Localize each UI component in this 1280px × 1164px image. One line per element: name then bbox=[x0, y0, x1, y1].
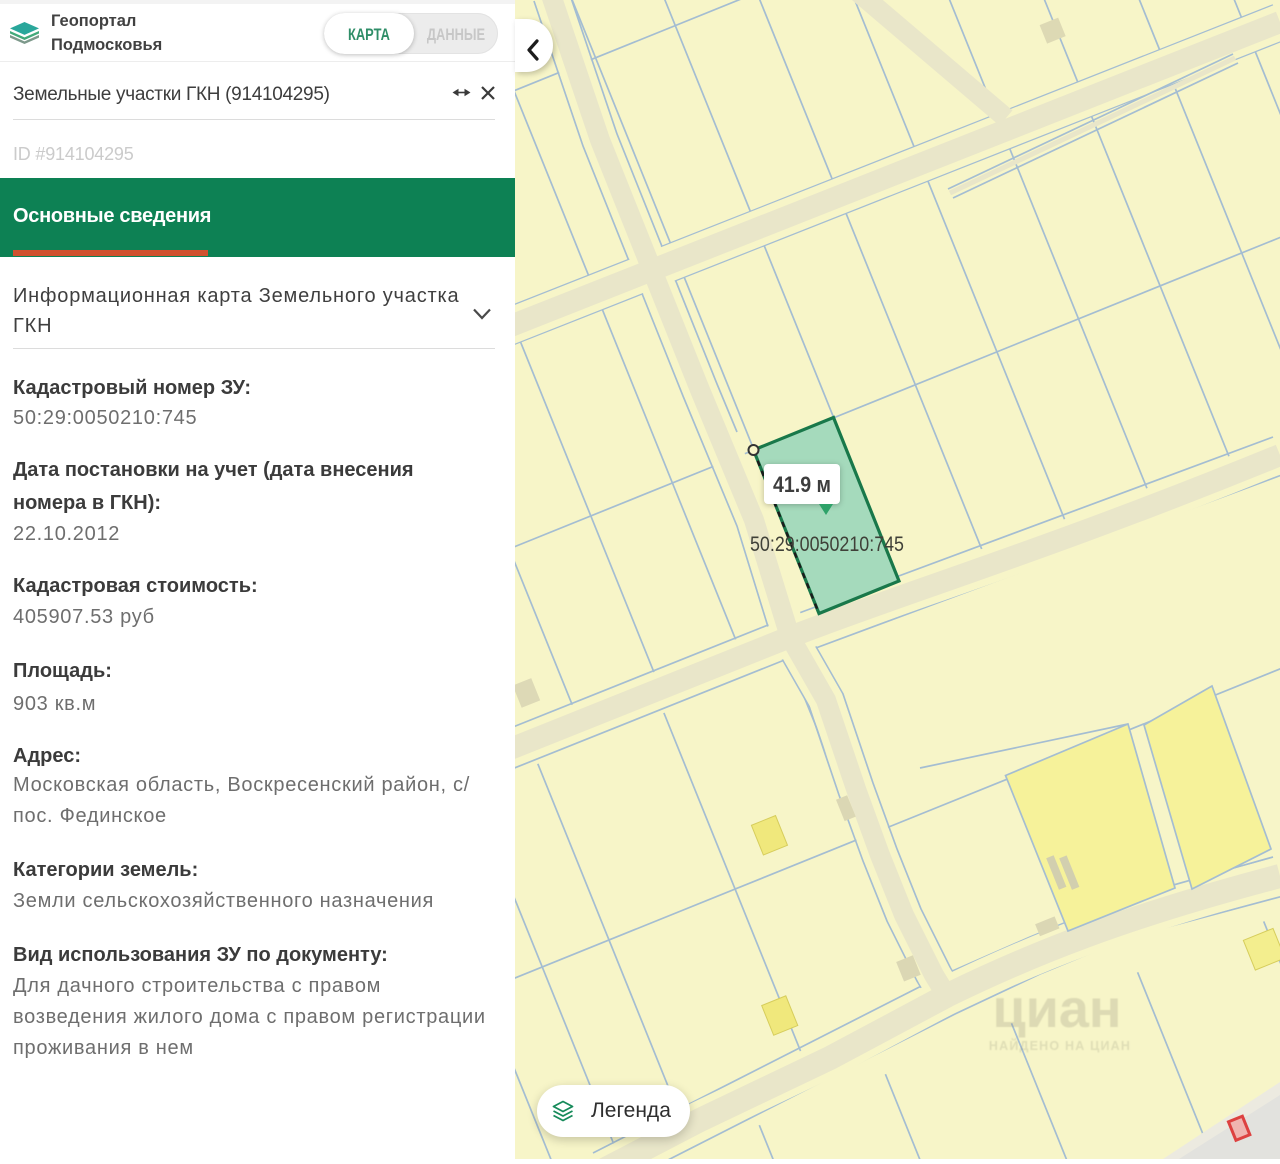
svg-text:НАЙДЕНО НА ЦИАН: НАЙДЕНО НА ЦИАН bbox=[989, 1038, 1131, 1053]
svg-text:циан: циан bbox=[992, 979, 1121, 1039]
svg-text:50:29:0050210:745: 50:29:0050210:745 bbox=[750, 533, 904, 556]
svg-text:41.9 м: 41.9 м bbox=[773, 472, 831, 497]
